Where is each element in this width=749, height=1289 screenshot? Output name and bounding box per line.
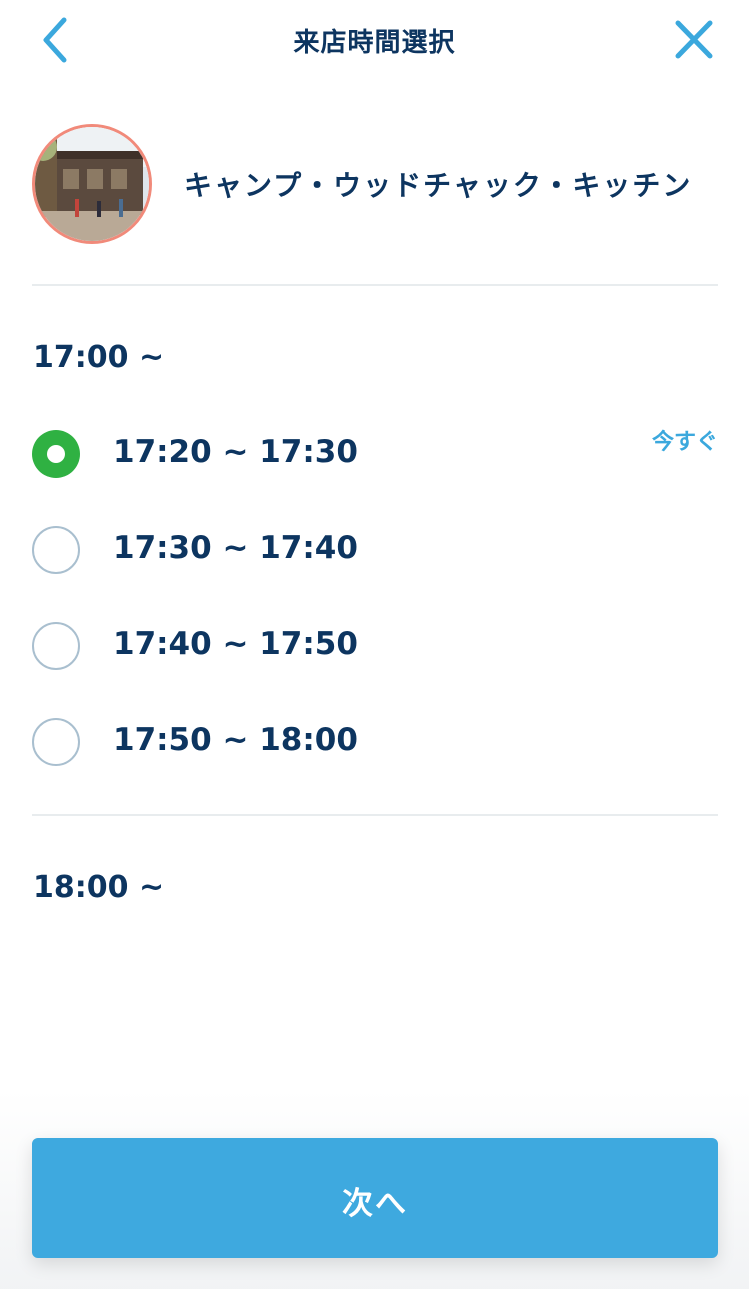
restaurant-name: キャンプ・ウッドチャック・キッチン bbox=[184, 169, 693, 202]
time-slot-option[interactable]: 17:40 ~ 17:50 bbox=[32, 616, 718, 676]
radio-unselected-icon[interactable] bbox=[32, 718, 80, 766]
radio-unselected-icon[interactable] bbox=[32, 526, 80, 574]
close-button[interactable] bbox=[668, 14, 720, 66]
time-group-header: 18:00 ~ bbox=[33, 870, 165, 905]
header-bar: 来店時間選択 bbox=[0, 0, 749, 84]
next-button-label: 次へ bbox=[342, 1186, 408, 1222]
divider bbox=[32, 814, 718, 816]
time-slot-label: 17:40 ~ 17:50 bbox=[113, 626, 358, 662]
time-slot-option[interactable]: 17:20 ~ 17:30 今すぐ bbox=[32, 424, 718, 484]
time-group-header: 17:00 ~ bbox=[33, 340, 165, 375]
time-slot-label: 17:30 ~ 17:40 bbox=[113, 530, 358, 566]
time-slot-label: 17:20 ~ 17:30 bbox=[113, 434, 358, 470]
radio-selected-icon[interactable] bbox=[32, 430, 80, 478]
next-button[interactable]: 次へ bbox=[32, 1138, 718, 1258]
time-slot-option[interactable]: 17:30 ~ 17:40 bbox=[32, 520, 718, 580]
divider bbox=[32, 284, 718, 286]
page-title: 来店時間選択 bbox=[293, 28, 456, 58]
radio-unselected-icon[interactable] bbox=[32, 622, 80, 670]
restaurant-photo bbox=[32, 124, 152, 244]
time-slot-label: 17:50 ~ 18:00 bbox=[113, 722, 358, 758]
now-badge: 今すぐ bbox=[651, 430, 718, 455]
restaurant-info: キャンプ・ウッドチャック・キッチン bbox=[32, 124, 718, 244]
time-slot-option[interactable]: 17:50 ~ 18:00 bbox=[32, 712, 718, 772]
close-icon bbox=[675, 20, 713, 59]
